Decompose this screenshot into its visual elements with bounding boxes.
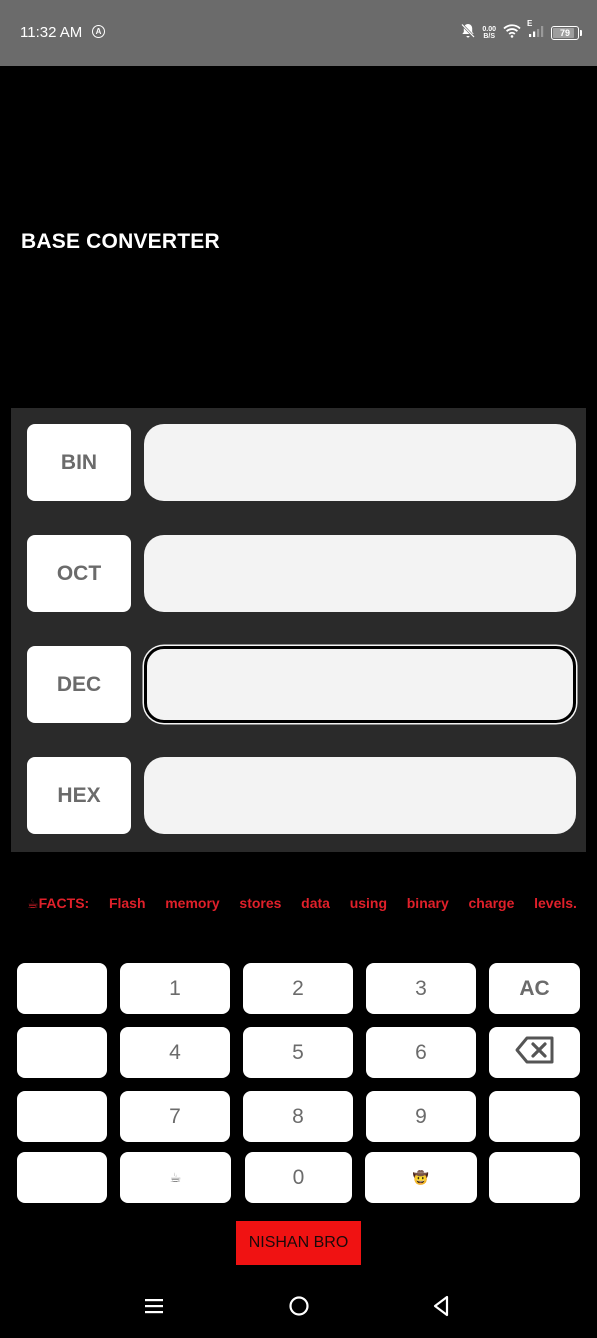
- coffee-icon: ☕: [169, 1169, 182, 1185]
- key-blank-1[interactable]: [17, 963, 107, 1014]
- key-blank-3[interactable]: [17, 1091, 107, 1142]
- facts-ticker: ☕FACTS: Flash memory stores data using b…: [27, 895, 577, 912]
- back-triangle-icon: [431, 1295, 451, 1322]
- key-cowboy[interactable]: 🤠: [365, 1152, 477, 1203]
- oct-label: OCT: [27, 535, 131, 612]
- hex-input[interactable]: [144, 757, 576, 834]
- key-5[interactable]: 5: [243, 1027, 353, 1078]
- accessibility-a-icon: A: [92, 25, 105, 38]
- row-bin: BIN: [27, 424, 576, 501]
- signal-icon: E: [527, 19, 544, 43]
- bin-label: BIN: [27, 424, 131, 501]
- facts-word: data: [301, 895, 330, 911]
- key-8[interactable]: 8: [243, 1091, 353, 1142]
- battery-icon: 79: [551, 26, 582, 40]
- status-icons: 0.00 B/S E 79: [461, 19, 582, 44]
- bin-input[interactable]: [144, 424, 576, 501]
- key-backspace[interactable]: [489, 1027, 580, 1078]
- dec-label: DEC: [27, 646, 131, 723]
- cowboy-face-icon: 🤠: [412, 1169, 430, 1185]
- backspace-icon: [515, 1036, 555, 1070]
- key-1[interactable]: 1: [120, 963, 230, 1014]
- facts-word: binary: [406, 895, 449, 911]
- hex-label: HEX: [27, 757, 131, 834]
- oct-input[interactable]: [144, 535, 576, 612]
- key-ac[interactable]: AC: [489, 963, 580, 1014]
- app-title: BASE CONVERTER: [21, 230, 220, 253]
- home-button[interactable]: [285, 1294, 313, 1322]
- facts-word: charge: [468, 895, 515, 911]
- facts-word: stores: [239, 895, 282, 911]
- facts-word: Flash: [108, 895, 146, 911]
- navigation-bar: [0, 1278, 597, 1338]
- key-0[interactable]: 0: [245, 1152, 352, 1203]
- facts-label-group: ☕FACTS:: [27, 895, 89, 912]
- key-coffee[interactable]: ☕: [120, 1152, 231, 1203]
- coffee-icon: ☕: [27, 896, 39, 911]
- status-time: 11:32 AM: [20, 24, 83, 41]
- row-dec: DEC: [27, 646, 576, 723]
- key-blank-2[interactable]: [17, 1027, 107, 1078]
- bell-muted-icon: [461, 23, 476, 44]
- key-9[interactable]: 9: [366, 1091, 476, 1142]
- row-hex: HEX: [27, 757, 576, 834]
- facts-word: levels.: [534, 895, 577, 911]
- back-button[interactable]: [427, 1294, 455, 1322]
- key-3[interactable]: 3: [366, 963, 476, 1014]
- home-circle-icon: [288, 1295, 310, 1322]
- recent-apps-button[interactable]: [140, 1294, 168, 1322]
- facts-label: FACTS:: [38, 895, 90, 911]
- facts-word: memory: [165, 895, 220, 911]
- key-2[interactable]: 2: [243, 963, 353, 1014]
- key-blank-5[interactable]: [17, 1152, 107, 1203]
- key-blank-6[interactable]: [489, 1152, 580, 1203]
- credit-button[interactable]: NISHAN BRO: [236, 1221, 361, 1265]
- network-speed: 0.00 B/S: [482, 26, 496, 40]
- menu-lines-icon: [144, 1297, 164, 1320]
- wifi-icon: [503, 23, 521, 43]
- row-oct: OCT: [27, 535, 576, 612]
- facts-word: using: [349, 895, 388, 911]
- key-blank-4[interactable]: [489, 1091, 580, 1142]
- key-6[interactable]: 6: [366, 1027, 476, 1078]
- converter-panel: BIN OCT DEC HEX: [11, 408, 586, 852]
- key-4[interactable]: 4: [120, 1027, 230, 1078]
- key-7[interactable]: 7: [120, 1091, 230, 1142]
- dec-input[interactable]: [144, 646, 576, 723]
- status-bar: 11:32 AM A 0.00 B/S E 79: [0, 0, 597, 66]
